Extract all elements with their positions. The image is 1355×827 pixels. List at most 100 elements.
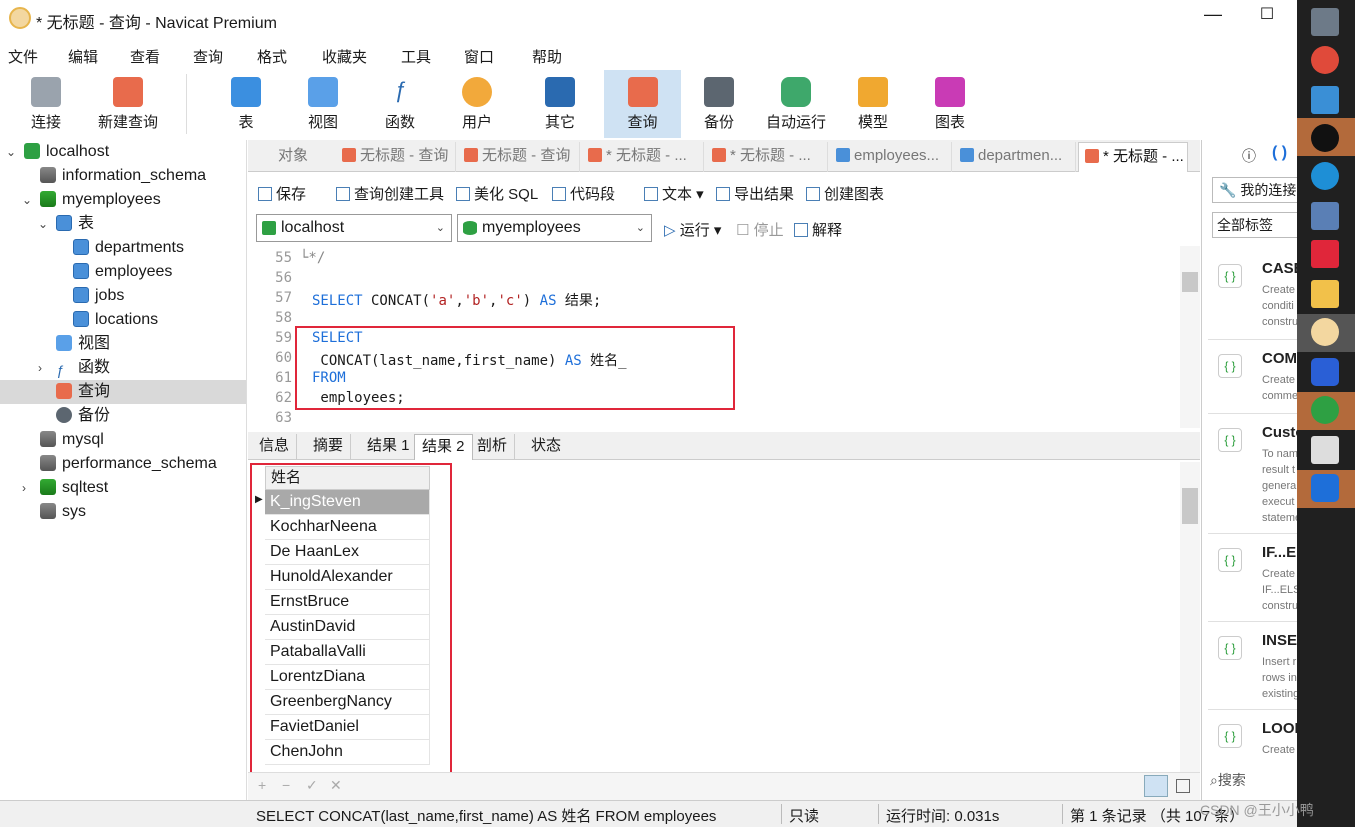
user-button[interactable]: 用户 [449,70,505,138]
tab-summary[interactable]: 摘要 [306,434,352,460]
tab-info[interactable]: 信息 [252,434,298,460]
editor-scroll-thumb[interactable] [1182,272,1198,292]
menu-query[interactable]: 查询 [193,46,223,67]
tree-node-sys[interactable]: sys [0,500,246,524]
form-view-icon[interactable] [1176,779,1190,793]
connect-button[interactable]: 连接 [14,70,78,138]
tree-node-mysql[interactable]: mysql [0,428,246,452]
snippet-card-if-else[interactable]: { } IF...EL Create IF...ELS constru [1208,534,1298,622]
menu-file[interactable]: 文件 [8,46,38,67]
chevron-down-icon[interactable]: ⌄ [6,140,16,164]
menu-tools[interactable]: 工具 [401,46,431,67]
wechat-icon[interactable] [1311,396,1339,424]
create-chart-button[interactable]: 创建图表 [806,183,884,204]
automation-button[interactable]: 自动运行 [761,70,831,138]
menu-help[interactable]: 帮助 [532,46,562,67]
grid-scroll-thumb[interactable] [1182,488,1198,524]
tree-node-locations[interactable]: locations [0,308,246,332]
tree-node-departments[interactable]: departments [0,236,246,260]
tab-query-4[interactable]: * 无标题 - ... [706,142,828,172]
backup-button[interactable]: 备份 [691,70,747,138]
tab-query-active[interactable]: * 无标题 - ... [1078,142,1188,172]
chevron-down-icon[interactable]: ⌄ [38,212,48,236]
model-button[interactable]: 模型 [845,70,901,138]
tree-node-backups[interactable]: 备份 [0,404,246,428]
menu-format[interactable]: 格式 [257,46,287,67]
qq-icon[interactable] [1311,124,1339,152]
edge-icon[interactable] [1311,162,1339,190]
tree-node-views[interactable]: 视图 [0,332,246,356]
tab-result-1[interactable]: 结果 1 [360,434,418,460]
folder-icon[interactable] [1311,280,1339,308]
tab-result-2[interactable]: 结果 2 [414,434,473,460]
save-button[interactable]: 保存 [258,183,306,204]
tab-query-3[interactable]: * 无标题 - ... [582,142,704,172]
apply-button[interactable]: ✓ [306,777,318,794]
tree-node-tables[interactable]: ⌄ 表 [0,212,246,236]
tree-node-sqltest[interactable]: › sqltest [0,476,246,500]
navicat-icon[interactable] [1311,318,1339,346]
typora-icon[interactable] [1311,436,1339,464]
snippet-card-case[interactable]: { } CASE Create conditi constru [1208,250,1298,340]
query-button[interactable]: 查询 [604,70,681,138]
query-builder-button[interactable]: 查询创建工具 [336,183,444,204]
tab-status[interactable]: 状态 [524,434,568,460]
menu-view[interactable]: 查看 [130,46,160,67]
tree-node-employees[interactable]: employees [0,260,246,284]
tree-node-functions[interactable]: › ƒ 函数 [0,356,246,380]
calculator-icon[interactable] [1311,8,1339,36]
maximize-button[interactable]: ☐ [1252,4,1282,32]
stop-button[interactable]: ☐ 停止 [736,219,784,240]
explain-button[interactable]: 解释 [794,219,842,240]
my-connections-dropdown[interactable]: 🔧 我的连接 [1212,177,1298,203]
tree-node-performance-schema[interactable]: performance_schema [0,452,246,476]
menu-window[interactable]: 窗口 [464,46,494,67]
chart-button[interactable]: 图表 [922,70,978,138]
chevron-down-icon[interactable]: ⌄ [22,188,32,212]
tab-objects[interactable]: 对象 [272,142,342,172]
new-query-button[interactable]: 新建查询 [90,70,166,138]
app-icon[interactable] [1311,86,1339,114]
other-button[interactable]: 其它 [532,70,588,138]
connection-select[interactable]: localhost ⌄ [256,214,452,242]
run-button[interactable]: ▷ 运行 ▾ [664,219,721,240]
tree-node-queries[interactable]: 查询 [0,380,246,404]
menu-favorites[interactable]: 收藏夹 [322,46,367,67]
grid-view-icon[interactable] [1144,775,1168,797]
tab-query-1[interactable]: 无标题 - 查询 [336,142,456,172]
snippet-card-comment[interactable]: { } COM Create comme [1208,340,1298,414]
snippet-card-insert[interactable]: { } INSE Insert r rows in existing [1208,622,1298,710]
database-select[interactable]: myemployees ⌄ [457,214,652,242]
tag-filter-dropdown[interactable]: 全部标签 [1212,212,1298,238]
code-snippet-button[interactable]: 代码段 [552,183,615,204]
export-results-button[interactable]: 导出结果 [716,183,794,204]
beautify-sql-button[interactable]: 美化 SQL [456,183,538,204]
feishu-icon[interactable] [1311,474,1339,502]
snippet-card-custom[interactable]: { } Custo To nam result t genera execut … [1208,414,1298,534]
snippet-card-loop[interactable]: { } LOOI Create [1208,710,1298,766]
tree-node-information-schema[interactable]: information_schema [0,164,246,188]
info-icon[interactable]: ⓘ [1242,146,1256,166]
view-button[interactable]: 视图 [295,70,351,138]
video-icon[interactable] [1311,358,1339,386]
text-button[interactable]: 文本 ▾ [644,183,704,204]
tab-employees[interactable]: employees... [830,142,952,172]
xmind-icon[interactable] [1311,240,1339,268]
snippet-search[interactable]: ⌕搜索 [1210,770,1246,790]
tree-node-localhost[interactable]: ⌄ localhost [0,140,246,164]
tab-departments[interactable]: departmen... [954,142,1076,172]
discard-button[interactable]: ✕ [330,777,342,794]
minimize-button[interactable]: — [1198,4,1228,32]
chevron-right-icon[interactable]: › [22,476,26,500]
network-icon[interactable] [1311,202,1339,230]
function-button[interactable]: ƒ 函数 [372,70,428,138]
table-button[interactable]: 表 [218,70,274,138]
tab-query-2[interactable]: 无标题 - 查询 [458,142,580,172]
chrome-icon[interactable] [1311,46,1339,74]
tree-node-myemployees[interactable]: ⌄ myemployees [0,188,246,212]
delete-row-button[interactable]: − [282,777,290,793]
menu-edit[interactable]: 编辑 [68,46,98,67]
tree-node-jobs[interactable]: jobs [0,284,246,308]
code-braces-icon[interactable]: ( ) [1272,144,1287,162]
chevron-right-icon[interactable]: › [38,356,42,380]
